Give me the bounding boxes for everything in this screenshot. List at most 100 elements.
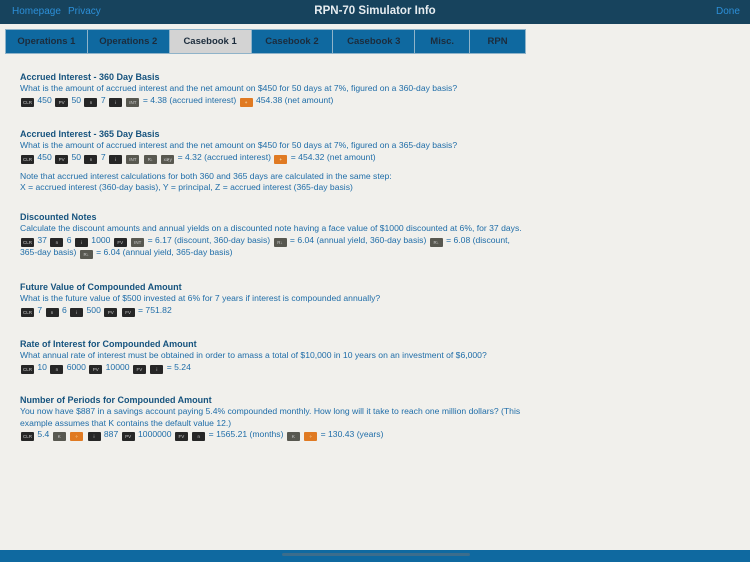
- step-text: = 130.43 (years): [320, 429, 384, 439]
- key-icon: +: [274, 154, 288, 164]
- step-text: = 6.04 (annual yield, 360-day basis): [289, 234, 427, 245]
- step-text: 454.38 (net amount): [255, 94, 334, 105]
- step-text: 50: [71, 151, 82, 162]
- section-question: Calculate the discount amounts and annua…: [20, 223, 522, 233]
- key-icon: CLR: [21, 237, 34, 247]
- page-title: RPN-70 Simulator Info: [314, 5, 436, 17]
- example-section: Accrued Interest - 365 Day Basis What is …: [20, 129, 525, 194]
- key-icon: n: [45, 307, 59, 317]
- key-icon: R↓: [273, 237, 287, 247]
- key-icon: i: [109, 154, 123, 164]
- step-text: 450: [37, 94, 52, 105]
- step-text: 50: [71, 94, 82, 105]
- key-icon: n: [50, 237, 64, 247]
- keystroke-sequence: CLR 5.4 K ÷ i 887 PV 1000000 FV n = 1565…: [20, 429, 525, 441]
- key-icon: n: [50, 364, 64, 374]
- key-icon: x≷y: [161, 154, 175, 164]
- section-question: What is the amount of accrued interest a…: [20, 140, 458, 150]
- key-icon: i: [109, 97, 123, 107]
- key-icon: i: [87, 432, 101, 441]
- key-icon: n: [84, 154, 98, 164]
- key-icon: i: [70, 307, 84, 317]
- step-text: 6: [61, 304, 67, 315]
- key-icon: +: [239, 97, 253, 107]
- step-text: 500: [86, 304, 101, 315]
- step-text: 7: [100, 151, 106, 162]
- key-icon: PV: [89, 364, 103, 374]
- keystroke-sequence: CLR 7 n 6 i 500 PV FV = 751.82: [20, 305, 525, 317]
- section-title: Discounted Notes: [20, 212, 97, 222]
- key-icon: R↓: [429, 237, 443, 247]
- tab-rpn[interactable]: RPN: [470, 30, 525, 53]
- step-text: = 6.17 (discount, 360-day basis): [147, 234, 271, 245]
- key-icon: K: [52, 432, 66, 441]
- section-title: Accrued Interest - 365 Day Basis: [20, 129, 160, 139]
- key-icon: INT: [126, 154, 140, 164]
- key-icon: n: [84, 97, 98, 107]
- key-icon: R↓: [143, 154, 157, 164]
- section-title: Number of Periods for Compounded Amount: [20, 395, 212, 405]
- key-icon: i: [74, 237, 88, 247]
- step-text: 887: [103, 429, 119, 439]
- example-section: Accrued Interest - 360 Day Basis What is …: [20, 72, 525, 107]
- step-text: 37: [37, 234, 47, 245]
- note: Note that accrued interest calculations …: [20, 171, 525, 194]
- section-title: Rate of Interest for Compounded Amount: [20, 339, 197, 349]
- navigation-bar: Homepage Privacy RPN-70 Simulator Info D…: [0, 0, 750, 24]
- step-text: 450: [37, 151, 52, 162]
- key-icon: PV: [104, 307, 118, 317]
- section-question: What is the amount of accrued interest a…: [20, 83, 458, 93]
- key-icon: CLR: [21, 432, 34, 441]
- home-indicator: [282, 553, 470, 556]
- key-icon: CLR: [21, 307, 34, 317]
- note-line: Note that accrued interest calculations …: [20, 170, 392, 181]
- key-icon: CLR: [21, 97, 34, 107]
- bottom-bar: [0, 550, 750, 562]
- tab-casebook-3[interactable]: Casebook 3: [333, 30, 416, 53]
- key-icon: ÷: [304, 432, 318, 441]
- key-icon: R↓: [79, 249, 93, 259]
- keystroke-sequence: CLR 450 PV 50 n 7 i INT = 4.38 (accrued …: [20, 95, 525, 107]
- section-title: Accrued Interest - 360 Day Basis: [20, 72, 160, 82]
- key-icon: FV: [174, 432, 188, 441]
- tab-casebook-2[interactable]: Casebook 2: [252, 30, 334, 53]
- step-text: 7: [37, 304, 43, 315]
- step-text: 1000000: [138, 429, 172, 439]
- step-text: = 1565.21 (months): [208, 429, 284, 439]
- example-section: Discounted Notes Calculate the discount a…: [20, 212, 525, 259]
- section-question: What annual rate of interest must be obt…: [20, 350, 487, 360]
- section-question: What is the future value of $500 investe…: [20, 293, 381, 303]
- step-text: = 5.24: [166, 361, 191, 372]
- tab-casebook-1[interactable]: Casebook 1: [169, 30, 252, 53]
- step-text: = 4.32 (accrued interest): [177, 151, 271, 162]
- step-text: 7: [100, 94, 106, 105]
- tab-bar: Operations 1 Operations 2 Casebook 1 Casebo…: [5, 29, 526, 54]
- key-icon: PV: [121, 432, 135, 441]
- key-icon: FV: [121, 307, 135, 317]
- key-icon: K: [286, 432, 300, 441]
- tab-operations-2[interactable]: Operations 2: [88, 30, 170, 53]
- step-text: 10000: [105, 361, 130, 372]
- key-icon: FV: [132, 364, 146, 374]
- tab-operations-1[interactable]: Operations 1: [6, 30, 88, 53]
- key-icon: INT: [126, 97, 140, 107]
- key-icon: ÷: [70, 432, 84, 441]
- step-text: 10: [37, 361, 47, 372]
- example-section: Number of Periods for Compounded Amount Y…: [20, 395, 525, 441]
- done-button[interactable]: Done: [716, 6, 740, 17]
- keystroke-sequence: CLR 10 n 6000 PV 10000 FV i = 5.24: [20, 362, 525, 374]
- step-text: 6000: [66, 361, 86, 372]
- step-text: 5.4: [37, 429, 50, 439]
- key-icon: CLR: [21, 154, 34, 164]
- keystroke-sequence: CLR 450 PV 50 n 7 i INT R↓ x≷y = 4.32 (a…: [20, 152, 525, 164]
- key-icon: INT: [131, 237, 145, 247]
- step-text: = 751.82: [138, 304, 172, 315]
- step-text: = 6.04 (annual yield, 365-day basis): [96, 246, 233, 257]
- keystroke-sequence: CLR 37 n 6 i 1000 FV INT = 6.17 (discoun…: [20, 235, 525, 259]
- tab-misc[interactable]: Misc.: [415, 30, 471, 53]
- key-icon: i: [150, 364, 164, 374]
- note-line: X = accrued interest (360-day basis), Y …: [20, 182, 353, 192]
- key-icon: PV: [55, 97, 69, 107]
- key-icon: CLR: [21, 364, 34, 374]
- step-text: = 4.38 (accrued interest): [142, 94, 237, 105]
